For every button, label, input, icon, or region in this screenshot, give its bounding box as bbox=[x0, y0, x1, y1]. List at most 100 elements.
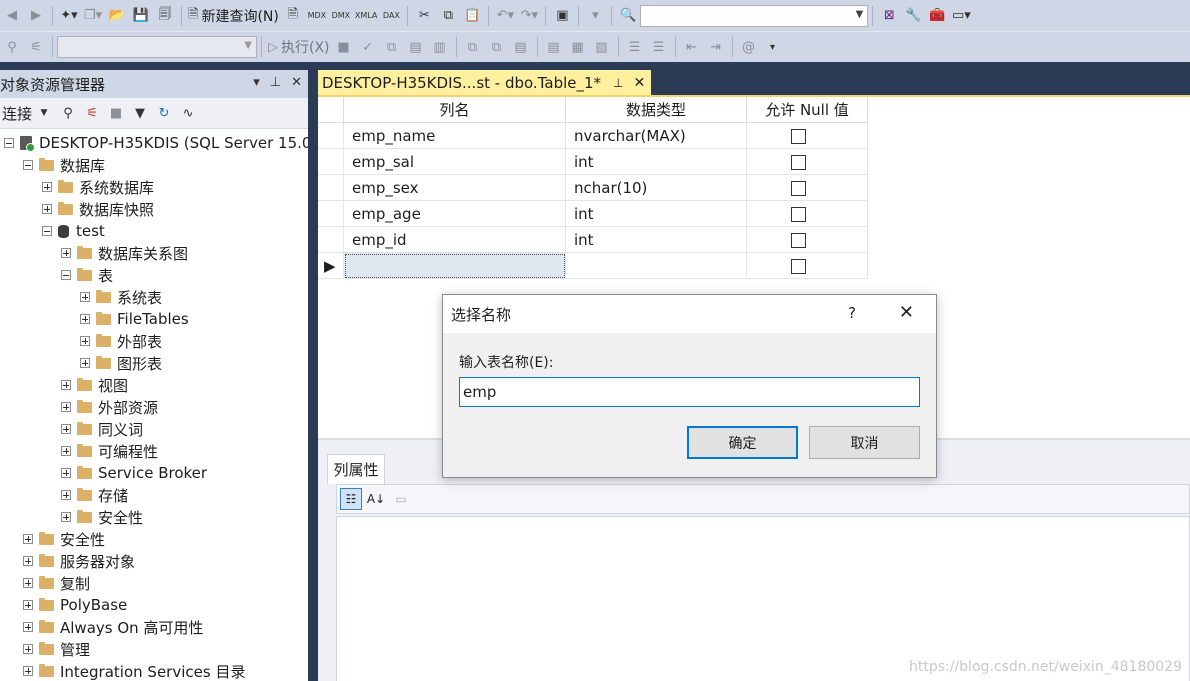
tree-node[interactable]: Always On 高可用性 bbox=[23, 616, 203, 638]
tree-node[interactable]: PolyBase bbox=[23, 594, 127, 616]
paste-icon[interactable]: 📋 bbox=[462, 5, 482, 27]
collapse-icon[interactable] bbox=[23, 160, 33, 170]
column-name-cell[interactable] bbox=[344, 253, 566, 279]
results-text-icon[interactable]: ▤ bbox=[544, 36, 564, 58]
tree-node[interactable]: 同义词 bbox=[61, 418, 143, 440]
find-combo[interactable]: ▼ bbox=[640, 4, 869, 27]
categorized-icon[interactable]: ☷ bbox=[340, 488, 362, 510]
tab-column-properties[interactable]: 列属性 bbox=[327, 454, 385, 484]
new-project-icon[interactable]: ✦▾ bbox=[59, 5, 79, 27]
tree-node[interactable]: 系统表 bbox=[80, 286, 162, 308]
increase-indent-icon[interactable]: ⇥ bbox=[706, 36, 726, 58]
undo-icon[interactable]: ↶▾ bbox=[495, 5, 515, 27]
row-selector[interactable] bbox=[318, 201, 344, 227]
allow-null-checkbox[interactable] bbox=[791, 129, 806, 144]
collapse-icon[interactable] bbox=[61, 270, 71, 280]
expand-icon[interactable] bbox=[23, 556, 33, 566]
tree-node[interactable]: 图形表 bbox=[80, 352, 162, 374]
tree-node[interactable]: 外部表 bbox=[80, 330, 162, 352]
change-connection-icon[interactable]: ⚟ bbox=[26, 36, 46, 58]
allow-null-checkbox[interactable] bbox=[791, 233, 806, 248]
solution-config-dropdown-icon[interactable]: ▾ bbox=[585, 5, 605, 27]
activity-monitor-icon[interactable]: ∿ bbox=[178, 102, 198, 124]
forward-icon[interactable]: ▶ bbox=[26, 5, 46, 27]
tree-node[interactable]: 复制 bbox=[23, 572, 90, 594]
tree-node[interactable]: Service Broker bbox=[61, 462, 207, 484]
data-type-cell[interactable]: int bbox=[566, 227, 747, 253]
execute-button[interactable]: ▷ 执行(X) bbox=[268, 36, 330, 58]
tree-node[interactable]: 系统数据库 bbox=[42, 176, 154, 198]
tree-node[interactable]: 数据库关系图 bbox=[61, 242, 188, 264]
expand-icon[interactable] bbox=[80, 358, 90, 368]
terminal-icon[interactable]: ▭▾ bbox=[951, 5, 971, 27]
dax-query-icon[interactable]: DAX bbox=[381, 5, 401, 27]
specify-values-icon[interactable]: @ bbox=[739, 36, 759, 58]
collapse-icon[interactable] bbox=[4, 138, 14, 148]
tree-node[interactable]: 视图 bbox=[61, 374, 128, 396]
table-row[interactable]: emp_sex nchar(10) bbox=[318, 175, 868, 201]
window-position-icon[interactable]: ▾ bbox=[253, 75, 260, 90]
tree-node[interactable]: Integration Services 目录 bbox=[23, 660, 245, 681]
close-icon[interactable]: ✕ bbox=[899, 302, 914, 323]
connect-icon[interactable]: ⚲ bbox=[2, 36, 22, 58]
expand-icon[interactable] bbox=[61, 490, 71, 500]
row-selector[interactable] bbox=[318, 123, 344, 149]
redo-icon[interactable]: ↷▾ bbox=[519, 5, 539, 27]
table-row[interactable]: emp_name nvarchar(MAX) bbox=[318, 123, 868, 149]
back-icon[interactable]: ◀ bbox=[2, 5, 22, 27]
tree-node[interactable]: 安全性 bbox=[23, 528, 105, 550]
table-row[interactable]: ▶ bbox=[318, 253, 868, 279]
expand-icon[interactable] bbox=[61, 424, 71, 434]
query-designer-icon[interactable]: ▤ bbox=[406, 36, 426, 58]
table-row[interactable]: emp_sal int bbox=[318, 149, 868, 175]
connect-plug-icon[interactable]: ⚲ bbox=[58, 102, 78, 124]
save-all-icon[interactable]: 🗐 bbox=[155, 5, 175, 27]
toolbox-icon[interactable]: 🧰 bbox=[927, 5, 947, 27]
expand-icon[interactable] bbox=[23, 622, 33, 632]
activity-monitor-icon[interactable]: ▣ bbox=[552, 5, 572, 27]
column-header[interactable]: 列名 bbox=[344, 97, 566, 123]
estimated-plan-icon[interactable]: ⧉ bbox=[382, 36, 402, 58]
tree-node[interactable]: 数据库 bbox=[23, 154, 105, 176]
data-type-cell[interactable] bbox=[566, 253, 747, 279]
tree-node[interactable]: 表 bbox=[61, 264, 113, 286]
property-pages-icon[interactable]: ▭ bbox=[390, 488, 412, 510]
client-stats-icon[interactable]: ▤ bbox=[511, 36, 531, 58]
live-stats-icon[interactable]: ⧉ bbox=[487, 36, 507, 58]
tree-node[interactable]: 数据库快照 bbox=[42, 198, 154, 220]
expand-icon[interactable] bbox=[61, 402, 71, 412]
row-selector[interactable]: ▶ bbox=[318, 253, 344, 279]
database-engine-query-icon[interactable]: 🗎 bbox=[283, 5, 303, 27]
expand-icon[interactable] bbox=[61, 512, 71, 522]
filter-icon[interactable]: ▼ bbox=[130, 102, 150, 124]
refresh-icon[interactable]: ↻ bbox=[154, 102, 174, 124]
tree-node[interactable]: FileTables bbox=[80, 308, 189, 330]
expand-icon[interactable] bbox=[42, 204, 52, 214]
data-type-cell[interactable]: nvarchar(MAX) bbox=[566, 123, 747, 149]
tree-node[interactable]: 安全性 bbox=[61, 506, 143, 528]
expand-icon[interactable] bbox=[80, 314, 90, 324]
column-header[interactable]: 允许 Null 值 bbox=[747, 97, 868, 123]
column-name-cell[interactable]: emp_sal bbox=[344, 149, 566, 175]
open-file-icon[interactable]: 📂 bbox=[107, 5, 127, 27]
save-icon[interactable]: 💾 bbox=[131, 5, 151, 27]
column-header[interactable]: 数据类型 bbox=[566, 97, 747, 123]
allow-null-checkbox[interactable] bbox=[791, 259, 806, 274]
table-name-input[interactable] bbox=[459, 377, 920, 407]
comment-icon[interactable]: ☰ bbox=[625, 36, 645, 58]
mdx-query-icon[interactable]: MDX bbox=[307, 5, 327, 27]
new-query-button[interactable]: 🗎 新建查询(N) bbox=[188, 5, 279, 27]
help-button[interactable]: ? bbox=[848, 304, 856, 322]
row-selector[interactable] bbox=[318, 175, 344, 201]
available-databases-combo[interactable]: ▼ bbox=[57, 36, 257, 58]
tree-node[interactable]: 服务器对象 bbox=[23, 550, 135, 572]
expand-icon[interactable] bbox=[61, 446, 71, 456]
tree-node[interactable]: 管理 bbox=[23, 638, 90, 660]
copy-icon[interactable]: ⧉ bbox=[438, 5, 458, 27]
column-name-cell[interactable]: emp_age bbox=[344, 201, 566, 227]
expand-icon[interactable] bbox=[80, 336, 90, 346]
data-type-cell[interactable]: nchar(10) bbox=[566, 175, 747, 201]
decrease-indent-icon[interactable]: ⇤ bbox=[682, 36, 702, 58]
column-name-cell[interactable]: emp_id bbox=[344, 227, 566, 253]
expand-icon[interactable] bbox=[61, 380, 71, 390]
